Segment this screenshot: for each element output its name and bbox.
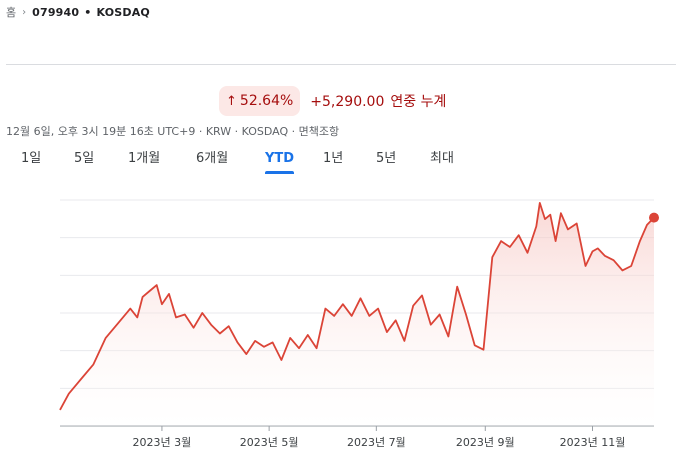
quote-meta-line: 12월 6일, 오후 3시 19분 16초 UTC+9 · KRW · KOSD… [6,123,339,139]
percent-change-badge: ↑ 52.64% [219,86,301,116]
price-chart[interactable]: 2023년 3월 2023년 5월 2023년 7월 2023년 9월 2023년 11… [0,180,676,456]
x-tick-label: 2023년 9월 [456,436,515,449]
breadcrumb-symbol: 079940 [32,5,80,19]
tab-ytd[interactable]: YTD [265,148,295,174]
price-area-fill [60,202,654,426]
breadcrumb-exchange: KOSDAQ [96,5,150,19]
arrow-up-icon: ↑ [226,93,237,109]
header-divider [6,64,676,65]
tab-5d[interactable]: 5일 [74,148,94,174]
tab-1y[interactable]: 1년 [323,148,343,174]
absolute-change-value: +5,290.00 [310,94,385,110]
quote-meta-text: 12월 6일, 오후 3시 19분 16초 UTC+9 · KRW · KOSD… [6,125,340,138]
range-tabs: 1일 5일 1개월 6개월 YTD 1년 5년 최대 [0,148,676,176]
tab-6m[interactable]: 6개월 [196,148,228,174]
tab-5y[interactable]: 5년 [376,148,396,174]
last-price-marker [649,212,659,223]
x-axis-ticks: 2023년 3월 2023년 5월 2023년 7월 2023년 9월 2023년 11… [133,426,626,449]
change-period-label: 연중 누계 [390,94,447,110]
absolute-change: +5,290.00 연중 누계 [310,91,446,111]
active-tab-indicator [265,171,295,174]
x-tick-label: 2023년 3월 [133,436,192,449]
price-chart-svg: 2023년 3월 2023년 5월 2023년 7월 2023년 9월 2023년 11… [59,199,659,449]
percent-change-value: 52.64% [239,93,294,109]
breadcrumb: 홈 › 079940 • KOSDAQ [6,2,150,22]
chevron-right-icon: › [22,6,27,18]
tab-1m[interactable]: 1개월 [128,148,160,174]
tab-1d[interactable]: 1일 [21,148,41,174]
price-change-row: ↑ 52.64% +5,290.00 연중 누계 [219,86,446,116]
x-tick-label: 2023년 7월 [347,436,406,449]
breadcrumb-home[interactable]: 홈 [6,4,16,20]
x-tick-label: 2023년 11월 [560,436,626,449]
x-tick-label: 2023년 5월 [240,436,299,449]
breadcrumb-dot: • [84,5,92,19]
tab-max[interactable]: 최대 [430,148,454,174]
